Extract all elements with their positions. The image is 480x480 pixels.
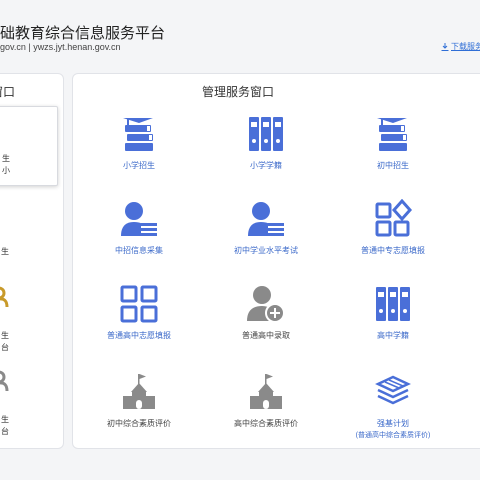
left-item-line: 台: [1, 427, 9, 436]
school-icon: [250, 374, 282, 409]
header: 础教育综合信息服务平台 gov.cn | ywzs.jyt.henan.gov.…: [0, 0, 480, 62]
left-item-line: 生: [1, 331, 9, 340]
tile-label: 高中学籍: [377, 331, 409, 340]
tile-label: 中招信息采集: [115, 246, 163, 255]
left-item-line: 台: [1, 343, 9, 352]
tile-label: 小学招生: [123, 161, 155, 170]
left-item-line: 生: [1, 247, 9, 256]
tile-academic-exam[interactable]: 初中学业水平考试: [204, 199, 328, 277]
tile-primary-registry[interactable]: 小学学籍: [204, 114, 328, 192]
tile-label: 初中学业水平考试: [234, 246, 298, 255]
tile-label: 初中招生: [377, 161, 409, 170]
books-cap-icon: [123, 118, 153, 151]
download-link[interactable]: 下载服务: [441, 41, 480, 52]
left-item[interactable]: 生 台: [0, 414, 31, 438]
left-item-line: 生: [2, 154, 10, 163]
user-service-panel: 窗口 生 小 生 生 台 生 台: [0, 73, 64, 449]
tile-label: 高中综合素质评价: [234, 419, 298, 428]
tile-junior-enrollment[interactable]: 初中招生: [331, 114, 455, 192]
binders-icon: [376, 287, 410, 321]
user-list-icon: [121, 202, 157, 236]
tile-senior-evaluation[interactable]: 高中综合素质评价: [204, 372, 328, 448]
user-list-icon: [248, 202, 284, 236]
download-icon: [441, 42, 449, 51]
tile-label: 强基计划: [377, 419, 409, 428]
tile-vocational-application[interactable]: 普通中专志愿填报: [331, 199, 455, 277]
left-item[interactable]: 生: [0, 246, 31, 258]
school-icon: [123, 374, 155, 409]
tile-junior-evaluation[interactable]: 初中综合素质评价: [77, 372, 201, 448]
tile-sublabel: (普通高中综合素质评价): [355, 432, 431, 439]
tile-label: 小学学籍: [250, 161, 282, 170]
tile-strong-base-plan[interactable]: 强基计划 (普通高中综合素质评价): [331, 372, 455, 448]
grid-diamond-icon: [375, 199, 413, 237]
layers-icon: [375, 375, 411, 405]
tile-info-collection[interactable]: 中招信息采集: [77, 199, 201, 277]
tile-label: 普通中专志愿填报: [361, 246, 425, 255]
left-panel-title: 窗口: [0, 85, 16, 99]
tile-label: 普通高中录取: [242, 331, 290, 340]
tile-label: 普通高中志愿填报: [107, 331, 171, 340]
download-label: 下载服务: [451, 42, 480, 51]
left-item-line: 小: [2, 166, 10, 175]
binders-icon: [249, 117, 283, 151]
left-item-active[interactable]: 生 小: [0, 106, 58, 186]
page: 础教育综合信息服务平台 gov.cn | ywzs.jyt.henan.gov.…: [0, 0, 480, 480]
user-add-icon: [247, 286, 285, 323]
tile-highschool-registry[interactable]: 高中学籍: [331, 284, 455, 362]
site-title: 础教育综合信息服务平台: [0, 25, 166, 42]
tile-label: 初中综合素质评价: [107, 419, 171, 428]
user-gold-icon: [0, 286, 9, 308]
tile-highschool-application[interactable]: 普通高中志愿填报: [77, 284, 201, 362]
books-cap-icon: [377, 118, 407, 151]
management-service-panel: 管理服务窗口 小学招生 小学学籍 初中招生 中招信息采集 初中学业水平考试 普通…: [72, 73, 480, 449]
user-gray-icon: [0, 370, 9, 392]
left-item-line: 生: [1, 415, 9, 424]
left-item-label: 生 小: [0, 153, 32, 177]
site-urls: gov.cn | ywzs.jyt.henan.gov.cn: [0, 42, 121, 52]
left-item[interactable]: 生 台: [0, 330, 31, 354]
tile-highschool-admission[interactable]: 普通高中录取: [204, 284, 328, 362]
tile-primary-enrollment[interactable]: 小学招生: [77, 114, 201, 192]
main-panel-title: 管理服务窗口: [201, 85, 274, 99]
grid-icon: [120, 285, 158, 323]
